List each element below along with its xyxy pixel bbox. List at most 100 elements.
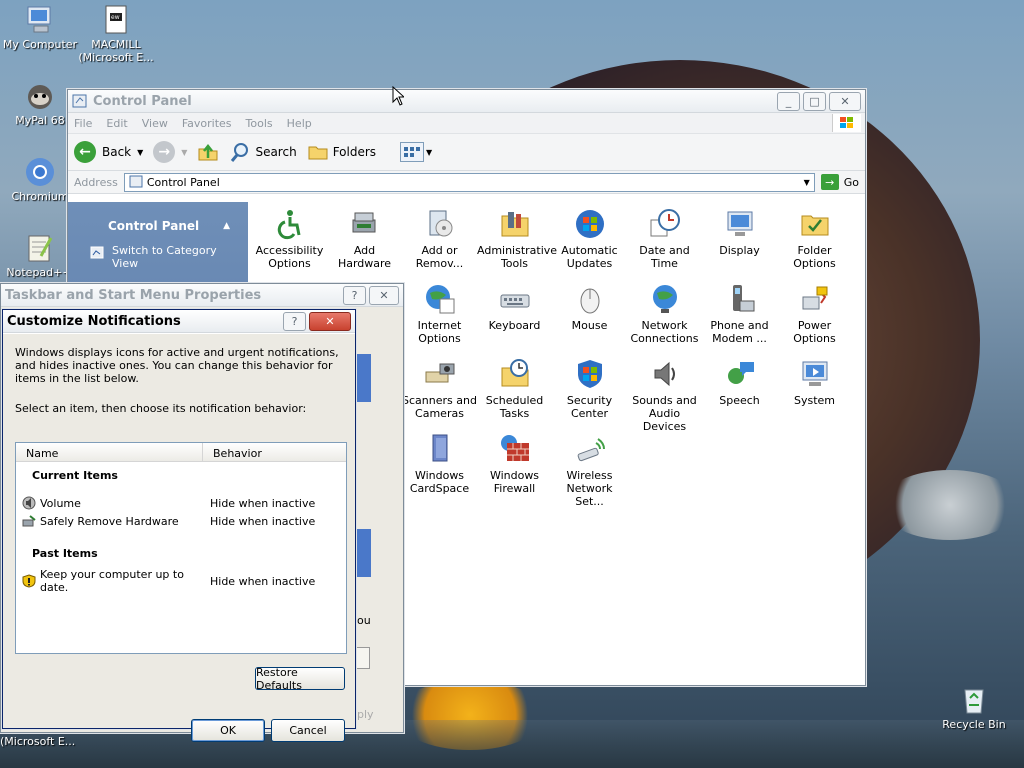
window-title: Taskbar and Start Menu Properties xyxy=(5,287,262,303)
cp-item-scheduled-tasks[interactable]: Scheduled Tasks xyxy=(477,358,552,420)
customize-notifications-titlebar[interactable]: Customize Notifications ? ✕ xyxy=(3,310,355,333)
minimize-button[interactable]: _ xyxy=(777,91,800,111)
close-button[interactable]: ✕ xyxy=(369,285,399,305)
apply-button-fragment[interactable]: ply xyxy=(357,704,397,724)
menu-tools[interactable]: Tools xyxy=(246,117,273,130)
wallpaper-fin xyxy=(880,470,1020,540)
menu-favorites[interactable]: Favorites xyxy=(182,117,232,130)
cp-item-mouse[interactable]: Mouse xyxy=(552,283,627,332)
customize-notifications-dialog[interactable]: Customize Notifications ? ✕ Windows disp… xyxy=(2,309,356,742)
forward-button[interactable]: → ▼ xyxy=(153,141,187,163)
instruction-text: Select an item, then choose its notifica… xyxy=(15,402,307,415)
cp-item-security-center[interactable]: Security Center xyxy=(552,358,627,420)
restore-defaults-button[interactable]: Restore Defaults xyxy=(255,666,345,692)
cp-item-scanners-cameras[interactable]: Scanners and Cameras xyxy=(402,358,477,420)
chevron-down-icon[interactable]: ▼ xyxy=(137,148,143,157)
menu-file[interactable]: File xyxy=(74,117,92,130)
dialog-body: Windows displays icons for active and ur… xyxy=(3,334,355,742)
desktop-icon-label: MACMILL (Microsoft E... xyxy=(78,38,154,64)
switch-view-icon xyxy=(90,246,104,260)
search-button[interactable]: Search xyxy=(229,141,297,163)
cp-item-windows-cardspace[interactable]: Windows CardSpace xyxy=(402,433,477,495)
cp-item-folder-options[interactable]: Folder Options xyxy=(777,208,852,270)
list-item[interactable]: Safely Remove Hardware Hide when inactiv… xyxy=(22,513,342,529)
menu-help[interactable]: Help xyxy=(287,117,312,130)
desktop-icon-label: My Computer xyxy=(2,38,78,51)
folder-icon xyxy=(307,141,329,163)
desktop-icon-label-fragment[interactable]: (Microsoft E... xyxy=(0,735,80,748)
cp-item-windows-firewall[interactable]: Windows Firewall xyxy=(477,433,552,495)
cp-item-accessibility[interactable]: Accessibility Options xyxy=(252,208,327,270)
cp-item-network-connections[interactable]: Network Connections xyxy=(627,283,702,345)
menu-edit[interactable]: Edit xyxy=(106,117,127,130)
cp-item-sounds-audio[interactable]: Sounds and Audio Devices xyxy=(627,358,702,433)
folders-button[interactable]: Folders xyxy=(307,141,376,163)
windows-logo-icon xyxy=(832,114,861,132)
notification-list[interactable]: Name Behavior Current Items Volume Hide … xyxy=(15,442,347,654)
shield-icon xyxy=(574,358,606,390)
help-button[interactable]: ? xyxy=(283,311,306,331)
cp-item-power-options[interactable]: Power Options xyxy=(777,283,852,345)
add-hardware-icon xyxy=(349,208,381,240)
switch-category-view-link[interactable]: Switch to Category View xyxy=(90,244,238,270)
cp-item-date-time[interactable]: Date and Time xyxy=(627,208,702,270)
safely-remove-icon xyxy=(22,514,36,528)
close-button[interactable]: ✕ xyxy=(829,91,861,111)
wireless-icon xyxy=(574,433,606,465)
clock-icon xyxy=(649,208,681,240)
address-input[interactable]: Control Panel ▼ xyxy=(123,172,815,192)
phone-icon xyxy=(724,283,756,315)
task-pane-header[interactable]: Control Panel ▲ xyxy=(78,214,238,238)
cancel-button[interactable]: Cancel xyxy=(271,719,345,742)
desktop-icon-recycle-bin[interactable]: Recycle Bin xyxy=(934,684,1014,731)
accessibility-icon xyxy=(274,208,306,240)
taskbar-properties-titlebar[interactable]: Taskbar and Start Menu Properties ? ✕ xyxy=(1,284,403,307)
svg-text:ew: ew xyxy=(111,14,120,21)
dialog-title: Customize Notifications xyxy=(7,313,181,329)
text-fragment: ou xyxy=(357,614,371,627)
cp-item-keyboard[interactable]: Keyboard xyxy=(477,283,552,332)
cp-item-add-hardware[interactable]: Add Hardware xyxy=(327,208,402,270)
cp-item-wireless-network[interactable]: Wireless Network Set... xyxy=(552,433,627,508)
cp-item-speech[interactable]: Speech xyxy=(702,358,777,407)
mouse-cursor xyxy=(392,85,406,106)
preview-fragment-top xyxy=(357,354,371,402)
cp-item-add-remove-programs[interactable]: Add or Remov... xyxy=(402,208,477,270)
list-item[interactable]: Keep your computer up to date. Hide when… xyxy=(22,568,342,594)
control-panel-titlebar[interactable]: Control Panel _ □ ✕ xyxy=(68,90,865,113)
back-button[interactable]: ← Back ▼ xyxy=(74,141,143,163)
display-icon xyxy=(724,208,756,240)
cp-item-phone-modem[interactable]: Phone and Modem ... xyxy=(702,283,777,345)
column-header-behavior[interactable]: Behavior xyxy=(203,443,262,461)
customize-button-fragment[interactable] xyxy=(357,647,370,669)
up-folder-icon xyxy=(197,141,219,163)
column-header-name[interactable]: Name xyxy=(16,443,203,461)
menu-view[interactable]: View xyxy=(142,117,168,130)
control-panel-window-icon xyxy=(72,93,88,109)
speaker-icon xyxy=(649,358,681,390)
up-folder-button[interactable] xyxy=(197,141,219,163)
cp-item-system[interactable]: System xyxy=(777,358,852,407)
desktop-icon-macmill[interactable]: ew MACMILL (Microsoft E... xyxy=(76,4,156,64)
cp-item-display[interactable]: Display xyxy=(702,208,777,257)
address-dropdown-icon[interactable]: ▼ xyxy=(800,178,814,187)
go-button[interactable]: → Go xyxy=(820,174,859,190)
collapse-icon[interactable]: ▲ xyxy=(223,221,230,231)
speech-icon xyxy=(724,358,756,390)
cp-item-administrative-tools[interactable]: Administrative Tools xyxy=(477,208,557,270)
maximize-button[interactable]: □ xyxy=(803,91,826,111)
desktop-icon-my-computer[interactable]: My Computer xyxy=(0,4,80,51)
cp-item-automatic-updates[interactable]: Automatic Updates xyxy=(552,208,627,270)
search-icon xyxy=(229,141,251,163)
toolbar: ← Back ▼ → ▼ Search Folders ▼ xyxy=(68,134,865,171)
help-button[interactable]: ? xyxy=(343,285,366,305)
cp-item-internet-options[interactable]: Internet Options xyxy=(402,283,477,345)
mouse-icon xyxy=(574,283,606,315)
control-panel-small-icon xyxy=(129,175,143,189)
close-button[interactable]: ✕ xyxy=(309,311,351,331)
views-button[interactable]: ▼ xyxy=(400,142,432,162)
list-item[interactable]: Volume Hide when inactive xyxy=(22,495,342,511)
ok-button[interactable]: OK xyxy=(191,719,265,742)
computer-icon xyxy=(24,4,56,36)
list-header: Name Behavior xyxy=(16,443,346,462)
